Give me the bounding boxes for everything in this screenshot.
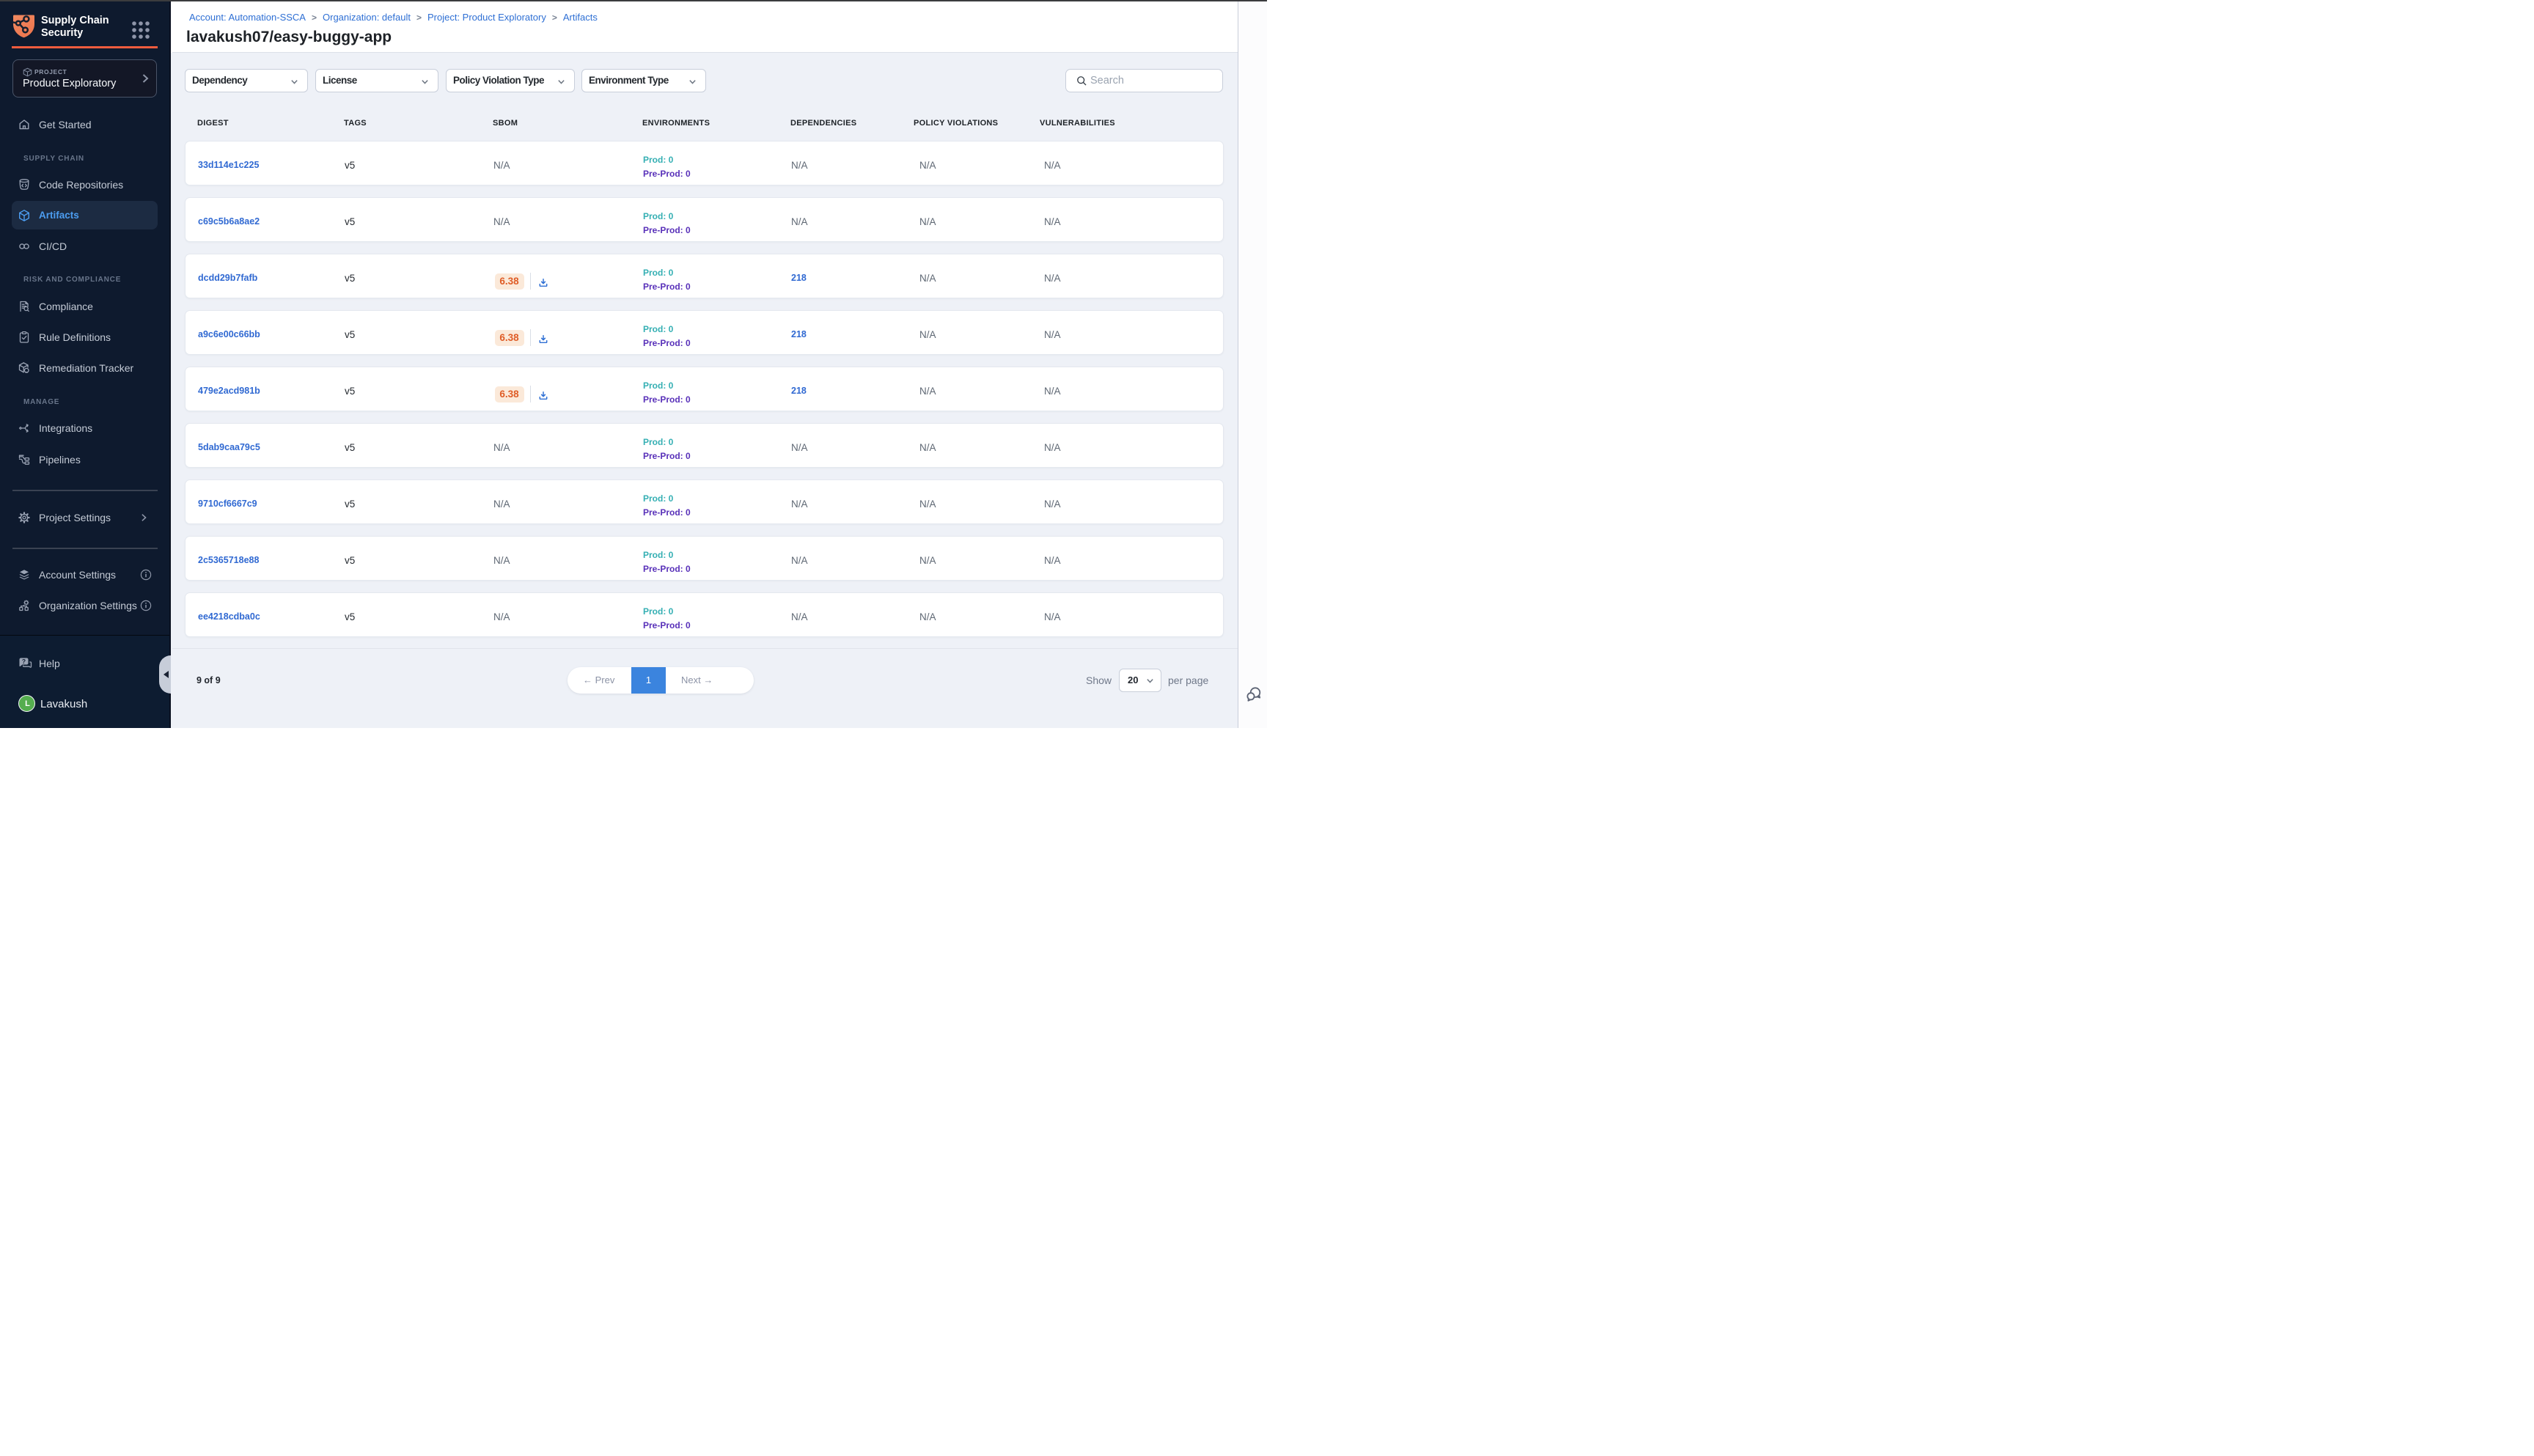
svg-text:?: ? bbox=[22, 658, 26, 665]
